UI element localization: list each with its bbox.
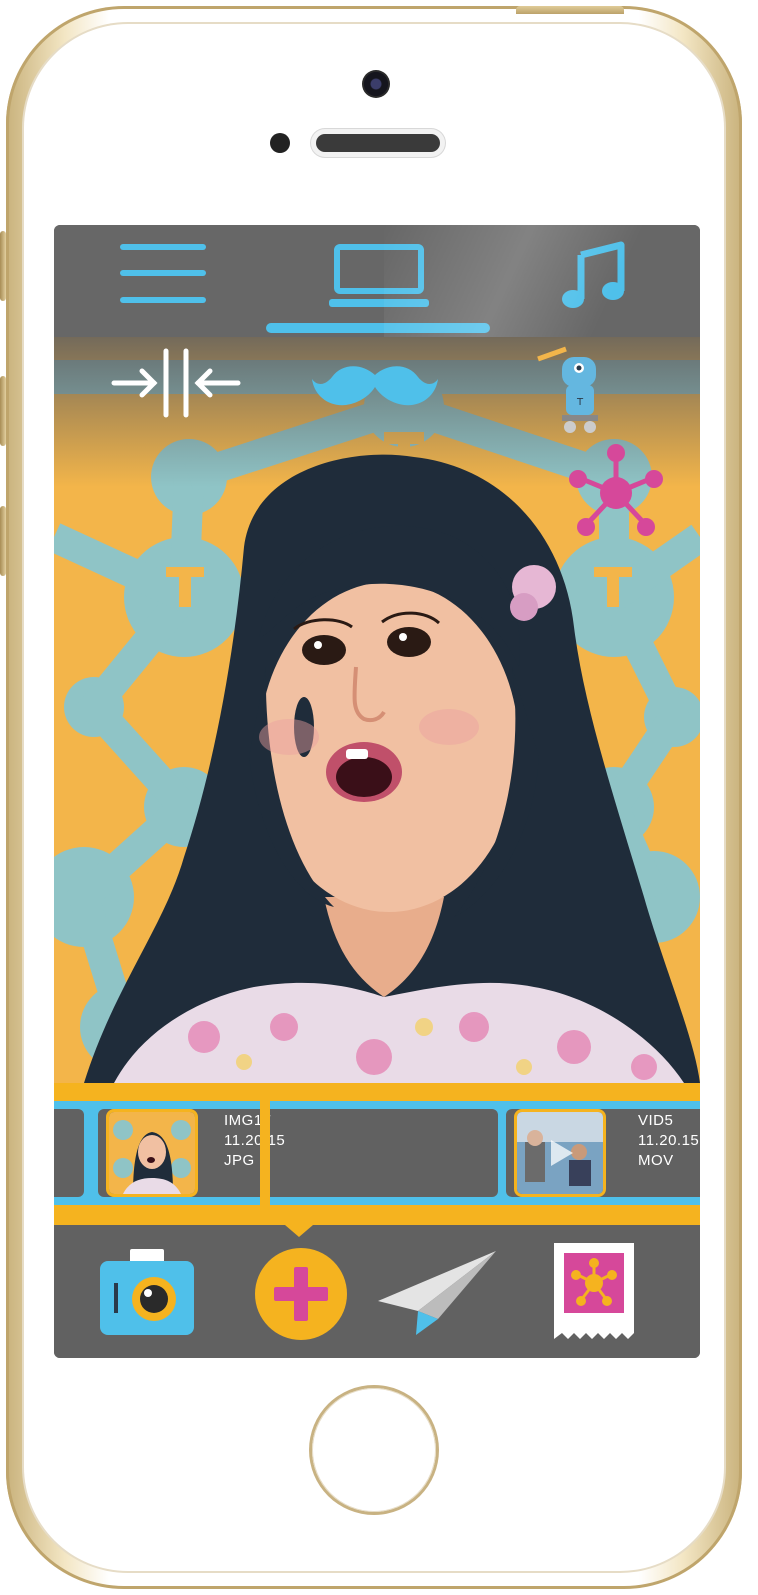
screen-glare [384, 225, 700, 337]
mustache-icon[interactable] [312, 355, 438, 411]
top-navigation [54, 225, 700, 337]
music-note-icon[interactable] [559, 241, 629, 311]
media-filename: VID5 [638, 1112, 674, 1129]
earpiece-speaker [316, 134, 440, 152]
stamp-icon[interactable] [554, 1243, 634, 1339]
media-strip: IMG17 11.20.15 JPG VID5 11.20.15 MOV [54, 1083, 700, 1225]
svg-text:T: T [576, 397, 584, 408]
media-card-text-video: VID5 11.20.15 MOV [638, 1111, 699, 1171]
camera-icon[interactable] [100, 1249, 194, 1335]
laptop-icon[interactable] [329, 243, 429, 311]
media-date: 11.20.15 [224, 1132, 286, 1149]
strip-pointer [285, 1225, 313, 1237]
power-button [516, 6, 624, 14]
mute-switch [0, 231, 6, 301]
media-card-partial[interactable] [54, 1109, 84, 1197]
compress-arrows-icon[interactable] [110, 347, 242, 419]
photo-canvas[interactable]: T [54, 337, 700, 1083]
proximity-sensor [270, 133, 290, 153]
robot-mascot-icon[interactable]: T [532, 341, 612, 437]
paper-plane-icon[interactable] [378, 1249, 498, 1337]
active-tab-indicator [266, 323, 490, 333]
playhead-marker[interactable] [260, 1101, 270, 1205]
media-card-text-image: IMG17 11.20.15 JPG [224, 1111, 285, 1171]
media-card-image[interactable]: IMG17 11.20.15 JPG [98, 1109, 498, 1197]
media-type: MOV [638, 1152, 674, 1169]
media-type: JPG [224, 1152, 255, 1169]
front-camera [362, 70, 390, 98]
volume-down-button [0, 506, 6, 576]
media-thumbnail-video[interactable] [514, 1109, 606, 1197]
volume-up-button [0, 376, 6, 446]
app-screen: T IMG17 11.20.15 JPG VID5 11.20.15 MOV [54, 225, 700, 1358]
media-thumbnail-image[interactable] [106, 1109, 198, 1197]
media-card-video[interactable]: VID5 11.20.15 MOV [506, 1109, 700, 1197]
media-filename: IMG17 [224, 1112, 272, 1129]
media-date: 11.20.15 [638, 1132, 700, 1149]
molecule-sticker-icon[interactable] [566, 443, 666, 543]
bottom-action-bar [54, 1225, 700, 1358]
plus-icon[interactable] [254, 1247, 348, 1341]
home-button[interactable] [312, 1388, 436, 1512]
hamburger-menu-icon[interactable] [120, 239, 206, 309]
